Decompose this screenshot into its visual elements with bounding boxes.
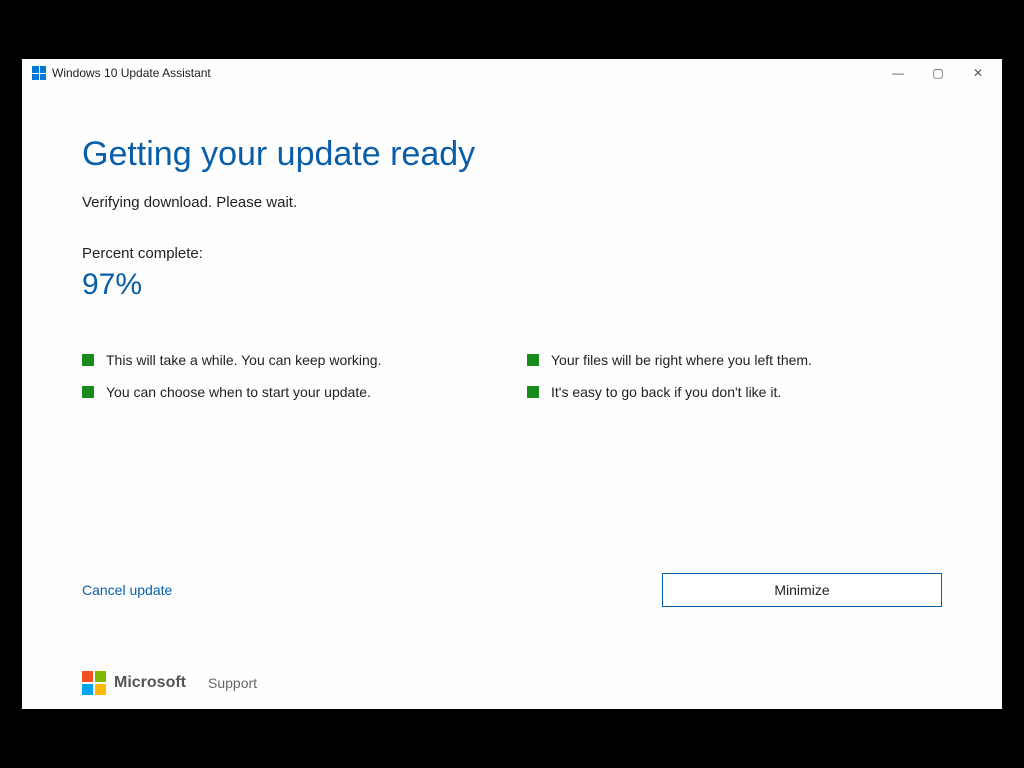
status-text: Verifying download. Please wait. (82, 194, 942, 211)
microsoft-logo-icon (82, 671, 106, 695)
page-heading: Getting your update ready (82, 135, 942, 174)
percent-complete-label: Percent complete: (82, 245, 942, 262)
minimize-button[interactable]: Minimize (662, 573, 942, 607)
window-maximize-button[interactable]: ▢ (918, 59, 958, 87)
bullet-text: Your files will be right where you left … (551, 352, 812, 368)
microsoft-brand-text: Microsoft (114, 674, 186, 692)
title-bar: Windows 10 Update Assistant — ▢ ✕ (22, 59, 1002, 87)
bullet-item: You can choose when to start your update… (82, 384, 497, 400)
action-row: Cancel update Minimize (82, 573, 942, 607)
square-bullet-icon (82, 354, 94, 366)
update-assistant-window: Windows 10 Update Assistant — ▢ ✕ Gettin… (22, 59, 1002, 709)
support-link[interactable]: Support (208, 675, 257, 691)
square-bullet-icon (82, 386, 94, 398)
bullet-text: You can choose when to start your update… (106, 384, 371, 400)
content-area: Getting your update ready Verifying down… (22, 87, 1002, 663)
windows-logo-icon (32, 66, 46, 80)
microsoft-logo: Microsoft (82, 671, 186, 695)
square-bullet-icon (527, 354, 539, 366)
square-bullet-icon (527, 386, 539, 398)
percent-complete-value: 97% (82, 268, 942, 302)
bullet-text: It's easy to go back if you don't like i… (551, 384, 781, 400)
bullet-item: It's easy to go back if you don't like i… (527, 384, 942, 400)
footer-bar: Microsoft Support (22, 663, 1002, 709)
bullet-item: This will take a while. You can keep wor… (82, 352, 497, 368)
window-close-button[interactable]: ✕ (958, 59, 998, 87)
bullet-text: This will take a while. You can keep wor… (106, 352, 381, 368)
window-title: Windows 10 Update Assistant (52, 66, 211, 80)
cancel-update-link[interactable]: Cancel update (82, 582, 172, 598)
info-bullets: This will take a while. You can keep wor… (82, 352, 942, 400)
window-minimize-button[interactable]: — (878, 59, 918, 87)
bullet-item: Your files will be right where you left … (527, 352, 942, 368)
